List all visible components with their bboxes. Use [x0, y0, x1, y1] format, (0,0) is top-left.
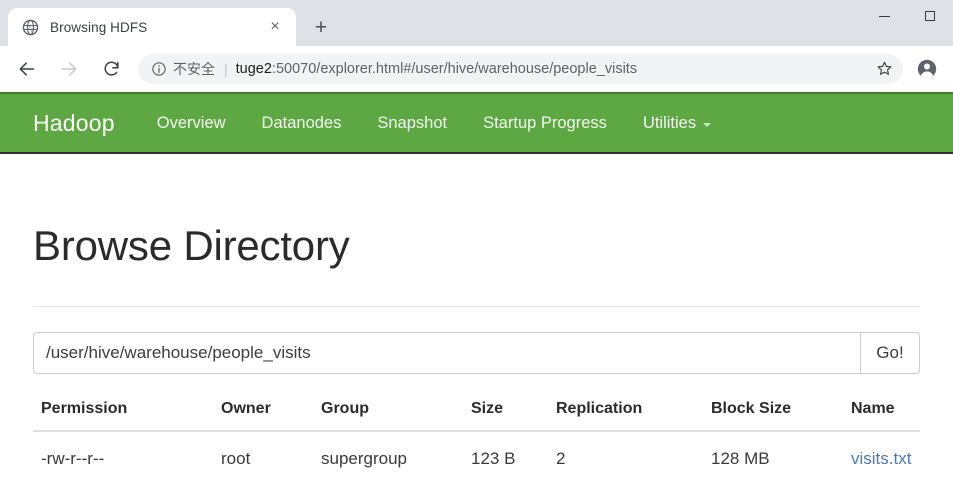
browser-window: Browsing HDFS × + 不安全 | tuge2:50070/expl…	[0, 0, 953, 502]
nav-item-label: Utilities	[642, 113, 697, 132]
nav-item-label: Snapshot	[377, 113, 448, 132]
title-divider	[33, 306, 920, 307]
close-icon[interactable]: ×	[264, 16, 286, 38]
url-path: :50070/explorer.html#/user/hive/warehous…	[271, 60, 638, 77]
nav-item-startup-progress[interactable]: Startup Progress	[483, 114, 607, 133]
cell-owner: root	[221, 449, 251, 468]
star-icon[interactable]	[871, 56, 897, 82]
nav-item-utilities[interactable]: Utilities	[642, 113, 712, 133]
column-header-name[interactable]: Name	[843, 400, 920, 432]
hadoop-navbar: Hadoop Overview Datanodes Snapshot Start…	[0, 92, 953, 154]
nav-item-label: Startup Progress	[483, 113, 607, 132]
new-tab-button[interactable]: +	[306, 12, 336, 42]
maximize-icon[interactable]	[907, 0, 953, 32]
main-content: Browse Directory Go! Permission Owner Gr…	[0, 222, 953, 469]
url-host: tuge2	[235, 60, 272, 77]
cell-block-size: 128 MB	[711, 449, 770, 468]
nav-item-overview[interactable]: Overview	[157, 114, 226, 133]
globe-icon	[22, 19, 39, 36]
nav-item-label: Overview	[156, 113, 226, 132]
forward-arrow-icon	[53, 53, 85, 85]
file-table: Permission Owner Group Size Replication …	[33, 400, 920, 469]
file-link[interactable]: visits.txt	[851, 449, 911, 468]
nav-item-datanodes[interactable]: Datanodes	[262, 114, 342, 133]
address-bar[interactable]: 不安全 | tuge2:50070/explorer.html#/user/hi…	[138, 53, 903, 84]
page-title: Browse Directory	[33, 222, 350, 269]
column-header-owner[interactable]: Owner	[213, 400, 313, 432]
table-row: -rw-r--r-- root supergroup 123 B 2 128 M…	[33, 431, 920, 469]
file-listing: Permission Owner Group Size Replication …	[33, 400, 920, 469]
browser-toolbar: 不安全 | tuge2:50070/explorer.html#/user/hi…	[0, 46, 953, 92]
table-header-row: Permission Owner Group Size Replication …	[33, 400, 920, 432]
back-arrow-icon[interactable]	[11, 53, 43, 85]
cell-group: supergroup	[321, 449, 408, 468]
profile-avatar-icon[interactable]	[911, 53, 943, 85]
cell-replication: 2	[556, 449, 566, 468]
reload-icon[interactable]	[95, 53, 127, 85]
cell-permission: -rw-r--r--	[41, 449, 105, 468]
column-header-size[interactable]: Size	[463, 400, 548, 432]
window-controls	[861, 0, 953, 32]
path-input[interactable]	[33, 332, 860, 374]
nav-item-snapshot[interactable]: Snapshot	[377, 114, 447, 133]
column-header-block-size[interactable]: Block Size	[703, 400, 843, 432]
column-header-permission[interactable]: Permission	[33, 400, 213, 432]
go-button[interactable]: Go!	[860, 332, 920, 374]
hadoop-brand[interactable]: Hadoop	[33, 110, 115, 137]
nav-item-label: Datanodes	[261, 113, 342, 132]
chevron-down-icon	[703, 122, 712, 127]
browser-tab-strip: Browsing HDFS × +	[0, 0, 953, 46]
address-bar-url: tuge2:50070/explorer.html#/user/hive/war…	[236, 61, 637, 77]
info-circle-icon[interactable]	[151, 61, 167, 77]
cell-name: visits.txt	[843, 431, 920, 469]
column-header-group[interactable]: Group	[313, 400, 463, 432]
path-form: Go!	[33, 332, 920, 374]
omnibox-separator: |	[224, 60, 228, 77]
column-header-replication[interactable]: Replication	[548, 400, 703, 432]
browser-tab-title: Browsing HDFS	[50, 19, 148, 35]
security-status-label: 不安全	[173, 61, 215, 78]
cell-size: 123 B	[471, 449, 516, 468]
browser-tab[interactable]: Browsing HDFS ×	[8, 8, 296, 46]
minimize-icon[interactable]	[861, 0, 907, 32]
